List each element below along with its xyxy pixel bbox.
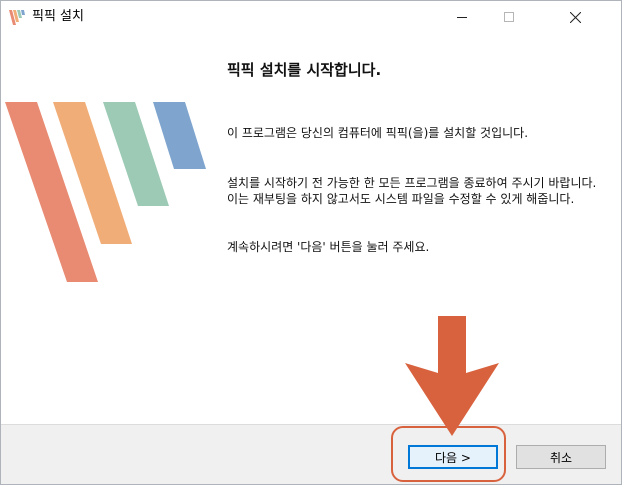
window-title: 픽픽 설치 — [32, 9, 84, 24]
minimize-icon — [457, 17, 467, 18]
banner-stripe-blue — [153, 102, 206, 169]
maximize-button[interactable] — [486, 1, 532, 33]
welcome-heading: 픽픽 설치를 시작합니다. — [227, 61, 382, 79]
close-button[interactable] — [552, 1, 598, 33]
next-button[interactable]: 다음 > — [408, 445, 498, 469]
cancel-button[interactable]: 취소 — [516, 445, 606, 469]
down-arrow-icon — [405, 316, 499, 436]
picpick-banner-graphic — [1, 33, 207, 424]
installer-window: 픽픽 설치 픽픽 설치를 시작합니다. 이 프로그램은 당신의 컴퓨터에 픽픽(… — [0, 0, 622, 485]
minimize-button[interactable] — [439, 1, 485, 33]
maximize-icon — [504, 12, 514, 22]
welcome-paragraph-continue: 계속하시려면 '다음' 버튼을 눌러 주세요. — [227, 240, 430, 254]
picpick-stripes-icon — [9, 10, 25, 25]
title-bar[interactable]: 픽픽 설치 — [1, 1, 621, 33]
welcome-paragraph-intro: 이 프로그램은 당신의 컴퓨터에 픽픽(을)를 설치할 것입니다. — [227, 126, 529, 140]
welcome-paragraph-close-programs: 설치를 시작하기 전 가능한 한 모든 프로그램을 종료하여 주시기 바랍니다.… — [227, 176, 597, 206]
button-bar: 다음 > 취소 — [1, 424, 621, 484]
close-icon — [569, 11, 581, 23]
